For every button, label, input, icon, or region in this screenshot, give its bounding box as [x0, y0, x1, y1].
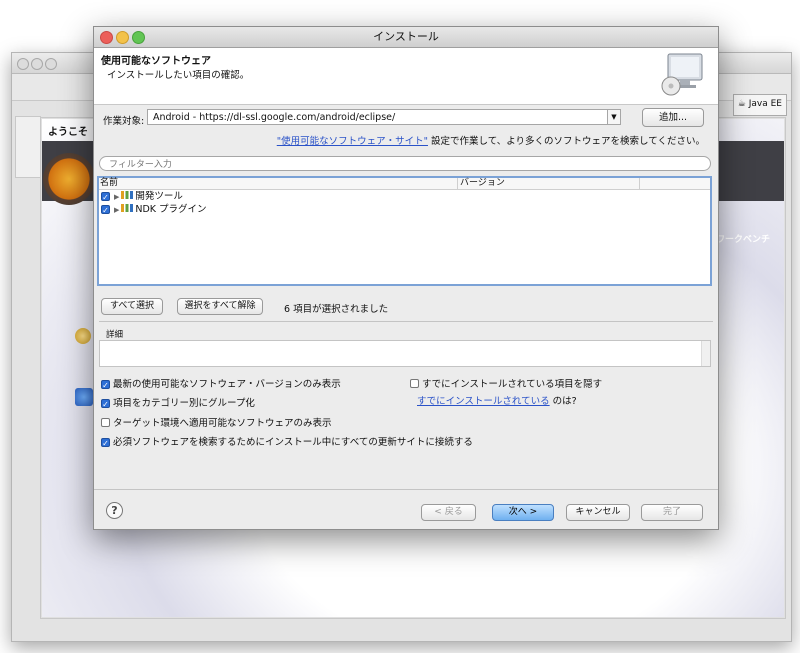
checkbox-checked-icon[interactable]: ✓: [101, 438, 110, 448]
installed-hint: すでにインストールされている のは?: [417, 393, 577, 407]
header-subtitle: インストールしたい項目の確認。: [107, 70, 250, 81]
next-button[interactable]: 次へ >: [492, 504, 554, 521]
selected-count: 6 項目が選択されました: [284, 304, 389, 315]
option-latest-only[interactable]: ✓ 最新の使用可能なソフトウェア・バージョンのみ表示: [101, 376, 341, 390]
work-with-combo[interactable]: Android - https://dl-ssl.google.com/andr…: [147, 109, 621, 125]
available-sites-link[interactable]: "使用可能なソフトウェア・サイト": [277, 136, 428, 147]
option-target-env-only[interactable]: ターゲット環境へ適用可能なソフトウェアのみ表示: [101, 415, 332, 429]
details-label: 詳細: [106, 330, 124, 340]
perspective-java-ee[interactable]: ☕ Java EE: [732, 94, 787, 116]
help-icon[interactable]: ?: [106, 502, 123, 519]
minimize-icon[interactable]: [116, 31, 129, 44]
samples-icon: [75, 388, 93, 406]
work-with-value: Android - https://dl-ssl.google.com/andr…: [153, 112, 396, 123]
category-icon: [121, 204, 134, 212]
welcome-tab[interactable]: ようこそ: [44, 121, 92, 140]
checkbox-unchecked-icon[interactable]: [410, 379, 419, 388]
checkbox-unchecked-icon[interactable]: [101, 418, 110, 427]
checkbox-checked-icon[interactable]: ✓: [101, 380, 110, 390]
checkbox-checked-icon[interactable]: ✓: [101, 399, 110, 409]
add-site-button[interactable]: 追加...: [642, 108, 704, 127]
filter-input[interactable]: [99, 156, 711, 171]
checkbox-checked-icon[interactable]: ✓: [101, 192, 110, 202]
java-ee-icon: ☕: [737, 99, 746, 109]
already-installed-link[interactable]: すでにインストールされている: [417, 396, 550, 407]
tree-header: 名前 バージョン: [99, 178, 710, 190]
cancel-button[interactable]: キャンセル: [566, 504, 630, 521]
tree-row-label: NDK プラグイン: [135, 204, 207, 215]
checkbox-checked-icon[interactable]: ✓: [101, 205, 110, 215]
option-hide-installed[interactable]: すでにインストールされている項目を隠す: [410, 376, 602, 390]
option-group-by-category[interactable]: ✓ 項目をカテゴリー別にグループ化: [101, 395, 255, 409]
tree-row-dev-tools[interactable]: ✓ ▶ 開発ツール: [101, 191, 183, 203]
option-label: ターゲット環境へ適用可能なソフトウェアのみ表示: [113, 418, 332, 429]
tree-row-label: 開発ツール: [135, 191, 183, 202]
dialog-header: 使用可能なソフトウェア インストールしたい項目の確認。: [94, 48, 718, 105]
workbench-label: ワークベンチ: [715, 235, 770, 245]
close-icon[interactable]: [100, 31, 113, 44]
work-with-label: 作業対象:: [103, 116, 145, 127]
install-dialog: インストール 使用可能なソフトウェア インストールしたい項目の確認。 作業対象:…: [93, 26, 719, 530]
divider: [99, 321, 713, 322]
perspective-label: Java EE: [748, 99, 782, 109]
bg-minimize-light[interactable]: [31, 58, 43, 70]
finish-button[interactable]: 完了: [641, 504, 703, 521]
details-scrollbar[interactable]: [701, 341, 710, 366]
column-name[interactable]: 名前: [100, 178, 118, 189]
expand-arrow-icon[interactable]: ▶: [114, 204, 119, 216]
deselect-all-button[interactable]: 選択をすべて解除: [177, 298, 263, 315]
available-sites-hint: "使用可能なソフトウェア・サイト" 設定で作業して、より多くのソフトウェアを検索…: [277, 133, 705, 147]
category-icon: [121, 191, 134, 199]
select-all-button[interactable]: すべて選択: [101, 298, 163, 315]
column-version[interactable]: バージョン: [457, 178, 505, 189]
option-contact-all-sites[interactable]: ✓ 必須ソフトウェアを検索するためにインストール中にすべての更新サイトに接続する: [101, 434, 473, 448]
bg-zoom-light[interactable]: [45, 58, 57, 70]
welcome-tab-label: ようこそ: [48, 127, 88, 138]
installed-suffix: のは?: [549, 396, 577, 407]
option-label: 最新の使用可能なソフトウェア・バージョンのみ表示: [113, 379, 341, 390]
software-tree[interactable]: 名前 バージョン ✓ ▶ 開発ツール ✓ ▶ NDK プラグイン: [97, 176, 712, 286]
header-title: 使用可能なソフトウェア: [101, 56, 211, 67]
background-sidebar: [15, 116, 41, 178]
back-button[interactable]: < 戻る: [421, 504, 476, 521]
option-label: すでにインストールされている項目を隠す: [422, 379, 603, 390]
details-box[interactable]: [99, 340, 711, 367]
chevron-down-icon[interactable]: ▼: [607, 110, 620, 124]
install-monitor-icon: [661, 53, 703, 96]
web-tools-gear-icon: [43, 153, 95, 205]
available-sites-text: 設定で作業して、より多くのソフトウェアを検索してください。: [427, 136, 705, 147]
workbench-link[interactable]: ワークベンチ: [716, 232, 770, 245]
tree-row-ndk-plugin[interactable]: ✓ ▶ NDK プラグイン: [101, 204, 207, 216]
divider: [94, 489, 718, 490]
dialog-title: インストール: [373, 30, 439, 43]
dialog-titlebar: インストール: [94, 27, 718, 48]
overview-icon: [75, 328, 91, 344]
expand-arrow-icon[interactable]: ▶: [114, 191, 119, 203]
zoom-icon[interactable]: [132, 31, 145, 44]
option-label: 項目をカテゴリー別にグループ化: [113, 398, 255, 409]
column-divider: [639, 178, 640, 189]
option-label: 必須ソフトウェアを検索するためにインストール中にすべての更新サイトに接続する: [113, 437, 473, 448]
bg-close-light[interactable]: [17, 58, 29, 70]
